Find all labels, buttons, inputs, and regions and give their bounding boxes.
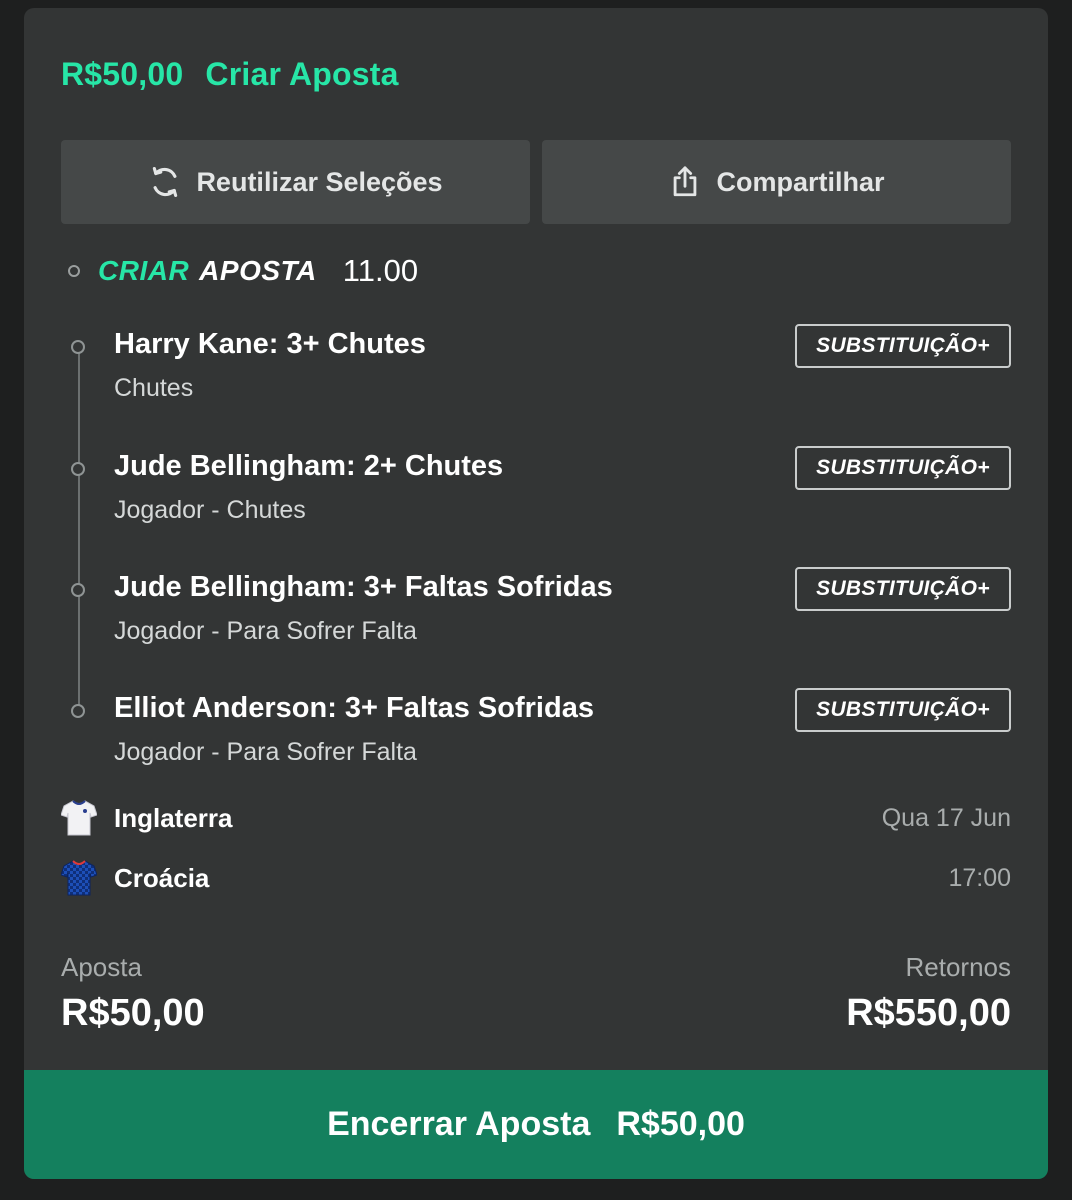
selection-market: Jogador - Chutes (114, 496, 306, 524)
share-label: Compartilhar (716, 166, 885, 197)
bet-builder-header: CRIAR APOSTA 11.00 (68, 253, 419, 288)
home-team-row: Inglaterra Qua 17 Jun (60, 798, 1011, 838)
selection-item: Jude Bellingham: 2+ Chutes Jogador - Chu… (61, 438, 1011, 528)
bet-card: R$50,00 Criar Aposta Reutilizar Seleções … (24, 8, 1048, 1179)
cash-out-label: Encerrar Aposta (327, 1105, 591, 1143)
home-team-name: Inglaterra (114, 802, 233, 833)
selection-market: Jogador - Para Sofrer Falta (114, 617, 417, 645)
selection-title: Jude Bellingham: 3+ Faltas Sofridas (114, 571, 613, 603)
timeline-dot (71, 340, 85, 354)
reuse-selections-button[interactable]: Reutilizar Seleções (61, 140, 530, 224)
blue-checkered-shirt-icon (60, 859, 98, 897)
selection-market: Jogador - Para Sofrer Falta (114, 738, 417, 766)
bet-header: R$50,00 Criar Aposta (61, 56, 421, 93)
stake-value: R$50,00 (61, 992, 205, 1034)
selection-item: Elliot Anderson: 3+ Faltas Sofridas Joga… (61, 680, 1011, 770)
substitution-badge[interactable]: SUBSTITUIÇÃO+ (795, 688, 1011, 732)
cash-out-button[interactable]: Encerrar Aposta R$50,00 (24, 1070, 1048, 1179)
share-button[interactable]: Compartilhar (542, 140, 1011, 224)
share-icon (668, 165, 702, 199)
away-team-row: Croácia 17:00 (60, 858, 1011, 898)
bet-header-title: Criar Aposta (205, 56, 399, 92)
timeline-dot (71, 462, 85, 476)
away-team-name: Croácia (114, 862, 210, 893)
timeline-start-dot (68, 265, 80, 277)
match-date: Qua 17 Jun (881, 803, 1011, 832)
bet-header-amount: R$50,00 (61, 56, 184, 92)
cash-out-amount: R$50,00 (616, 1105, 745, 1143)
selection-title: Jude Bellingham: 2+ Chutes (114, 450, 504, 482)
returns-label: Retornos (905, 952, 1012, 982)
match-time: 17:00 (948, 863, 1011, 892)
substitution-badge[interactable]: SUBSTITUIÇÃO+ (795, 324, 1011, 368)
timeline-dot (71, 704, 85, 718)
timeline-dot (71, 583, 85, 597)
bet-builder-logo: CRIAR APOSTA (98, 255, 317, 286)
selection-item: Jude Bellingham: 3+ Faltas Sofridas Joga… (61, 559, 1011, 649)
refresh-icon (148, 165, 182, 199)
white-shirt-icon (60, 799, 98, 837)
selection-item: Harry Kane: 3+ Chutes Chutes SUBSTITUIÇÃ… (61, 316, 1011, 406)
reuse-selections-label: Reutilizar Seleções (196, 166, 443, 197)
selection-title: Elliot Anderson: 3+ Faltas Sofridas (114, 692, 594, 724)
returns-value: R$550,00 (846, 992, 1011, 1034)
substitution-badge[interactable]: SUBSTITUIÇÃO+ (795, 567, 1011, 611)
selection-title: Harry Kane: 3+ Chutes (114, 328, 426, 360)
substitution-badge[interactable]: SUBSTITUIÇÃO+ (795, 446, 1011, 490)
bet-builder-odds: 11.00 (342, 253, 419, 288)
stake-label: Aposta (61, 952, 142, 982)
selection-market: Chutes (114, 374, 194, 402)
